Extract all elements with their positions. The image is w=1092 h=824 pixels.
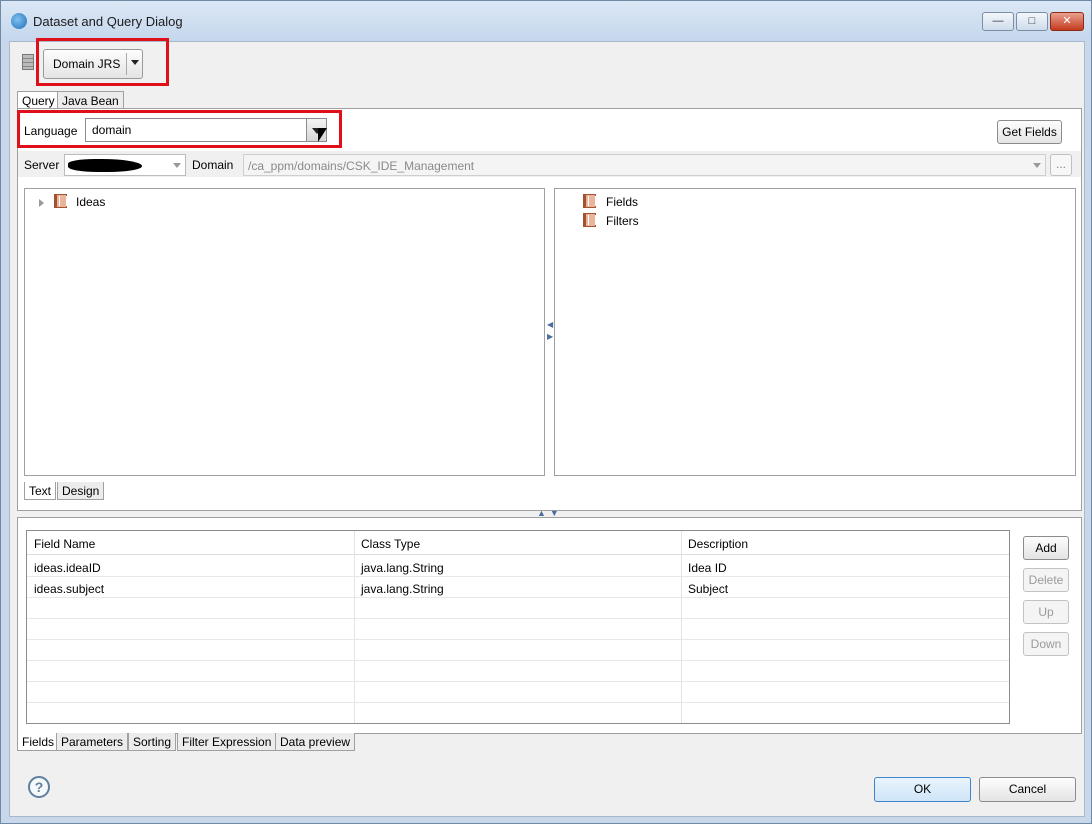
folder-book-icon [583, 194, 596, 208]
app-icon [11, 13, 27, 29]
chevron-right-icon[interactable] [39, 199, 44, 207]
column-header-class-type[interactable]: Class Type [361, 537, 420, 551]
folder-book-icon [583, 213, 596, 227]
tab-filter-expression[interactable]: Filter Expression [177, 733, 277, 751]
tab-java-bean[interactable]: Java Bean [57, 91, 124, 109]
tab-query[interactable]: Query [17, 91, 60, 109]
up-button[interactable]: Up [1023, 600, 1069, 624]
minimize-button[interactable]: — [982, 12, 1014, 31]
splitter-arrows[interactable]: ◀ ▶ [547, 319, 553, 349]
delete-button[interactable]: Delete [1023, 568, 1069, 592]
row-divider [27, 702, 1009, 703]
domain-tree[interactable]: Ideas [24, 188, 545, 476]
maximize-button[interactable]: □ [1016, 12, 1048, 31]
window-title: Dataset and Query Dialog [33, 14, 183, 29]
row-divider [27, 576, 1009, 577]
dialog-client: Domain JRS Query Java Bean Language doma… [9, 38, 1085, 817]
datasource-dropdown-button[interactable]: Domain JRS [43, 49, 143, 79]
tab-text[interactable]: Text [24, 482, 57, 500]
tree-item-label: Filters [606, 214, 639, 228]
domain-select[interactable]: /ca_ppm/domains/CSK_IDE_Management [243, 154, 1046, 176]
ok-button[interactable]: OK [874, 777, 971, 802]
tab-parameters[interactable]: Parameters [56, 733, 129, 751]
column-divider [354, 531, 355, 723]
down-button[interactable]: Down [1023, 632, 1069, 656]
datasource-label: Domain JRS [53, 57, 121, 71]
row-divider [27, 597, 1009, 598]
table-cell[interactable]: ideas.subject [34, 582, 104, 596]
table-cell[interactable]: ideas.ideaID [34, 561, 101, 575]
title-bar[interactable]: Dataset and Query Dialog — □ ✕ [1, 1, 1091, 41]
datasource-icon [22, 54, 34, 70]
column-divider [681, 531, 682, 723]
folder-book-icon [54, 194, 67, 208]
server-label: Server [24, 158, 60, 172]
table-cell[interactable]: java.lang.String [361, 561, 444, 575]
tab-data-preview[interactable]: Data preview [275, 733, 356, 751]
table-header: Field Name Class Type Description [27, 531, 1009, 555]
chevron-down-icon[interactable] [1033, 163, 1041, 168]
get-fields-button[interactable]: Get Fields [997, 120, 1062, 144]
row-divider [27, 660, 1009, 661]
close-button[interactable]: ✕ [1050, 12, 1084, 31]
chevron-down-icon[interactable] [173, 163, 181, 168]
table-cell[interactable]: Idea ID [688, 561, 727, 575]
language-label: Language [24, 124, 78, 138]
tab-sorting[interactable]: Sorting [128, 733, 177, 751]
tab-design[interactable]: Design [57, 482, 105, 500]
domain-value: /ca_ppm/domains/CSK_IDE_Management [248, 159, 475, 173]
row-divider [27, 618, 1009, 619]
dialog-window: Dataset and Query Dialog — □ ✕ Domain JR… [0, 0, 1092, 824]
server-domain-row: Server Domain /ca_ppm/domains/CSK_IDE_Ma… [18, 151, 1081, 177]
tree-item-label: Ideas [76, 195, 106, 209]
column-header-field-name[interactable]: Field Name [34, 537, 95, 551]
chevron-down-icon[interactable] [131, 60, 139, 65]
help-icon[interactable]: ? [28, 776, 50, 798]
language-value: domain [92, 123, 132, 137]
mouse-pointer-icon [318, 128, 327, 142]
redacted-server-name [68, 159, 142, 172]
datasource-separator [126, 53, 127, 75]
add-button[interactable]: Add [1023, 536, 1069, 560]
row-divider [27, 639, 1009, 640]
cancel-button[interactable]: Cancel [979, 777, 1076, 802]
query-structure-tree[interactable]: Fields Filters [554, 188, 1076, 476]
table-cell[interactable]: java.lang.String [361, 582, 444, 596]
table-cell[interactable]: Subject [688, 582, 728, 596]
browse-button[interactable]: ... [1050, 154, 1072, 176]
fields-table[interactable]: Field Name Class Type Description ideas.… [26, 530, 1010, 724]
tab-fields[interactable]: Fields [17, 733, 60, 751]
column-header-description[interactable]: Description [688, 537, 748, 551]
domain-label: Domain [192, 158, 234, 172]
query-panel: Language domain Get Fields Server Domain… [17, 108, 1082, 511]
language-select[interactable]: domain [85, 118, 327, 142]
tree-item-label: Fields [606, 195, 639, 209]
fields-panel: Field Name Class Type Description ideas.… [17, 517, 1082, 734]
row-divider [27, 681, 1009, 682]
server-select[interactable] [64, 154, 186, 176]
